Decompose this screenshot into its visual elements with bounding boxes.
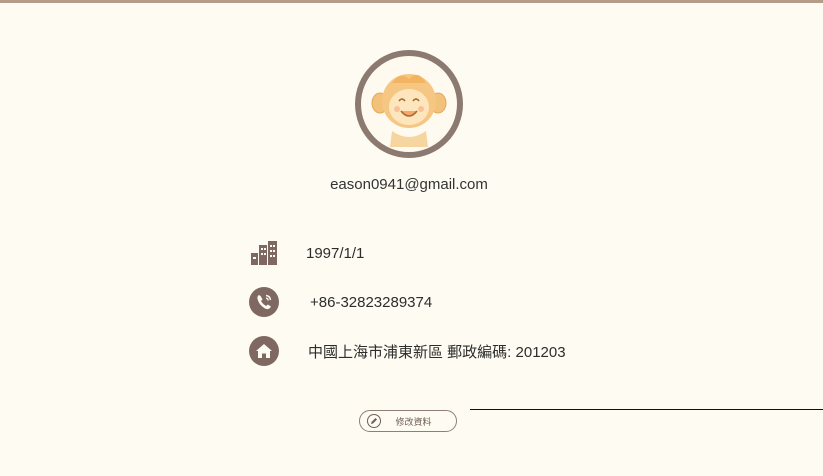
building-icon xyxy=(248,237,280,269)
divider-line xyxy=(470,409,823,410)
address-row: 中國上海市浦東新區 郵政編碼: 201203 xyxy=(248,335,566,367)
email-text: eason0941@gmail.com xyxy=(330,176,488,193)
pencil-icon xyxy=(367,414,381,428)
home-icon xyxy=(248,335,280,367)
profile-page: eason0941@gmail.com 1997/1/1 +86-3282328… xyxy=(0,0,823,476)
avatar[interactable] xyxy=(355,50,463,158)
birthday-row: 1997/1/1 xyxy=(248,237,364,269)
edit-profile-button[interactable]: 修改資料 xyxy=(359,410,457,432)
phone-icon xyxy=(248,286,280,318)
birthday-text: 1997/1/1 xyxy=(306,244,365,262)
edit-profile-label: 修改資料 xyxy=(395,416,432,427)
avatar-image xyxy=(361,56,457,152)
top-border xyxy=(0,0,823,3)
phone-text: +86-32823289374 xyxy=(310,293,433,311)
monkey-face-icon xyxy=(371,74,447,147)
phone-row: +86-32823289374 xyxy=(248,286,432,318)
address-text: 中國上海市浦東新區 郵政編碼: 201203 xyxy=(308,343,566,361)
